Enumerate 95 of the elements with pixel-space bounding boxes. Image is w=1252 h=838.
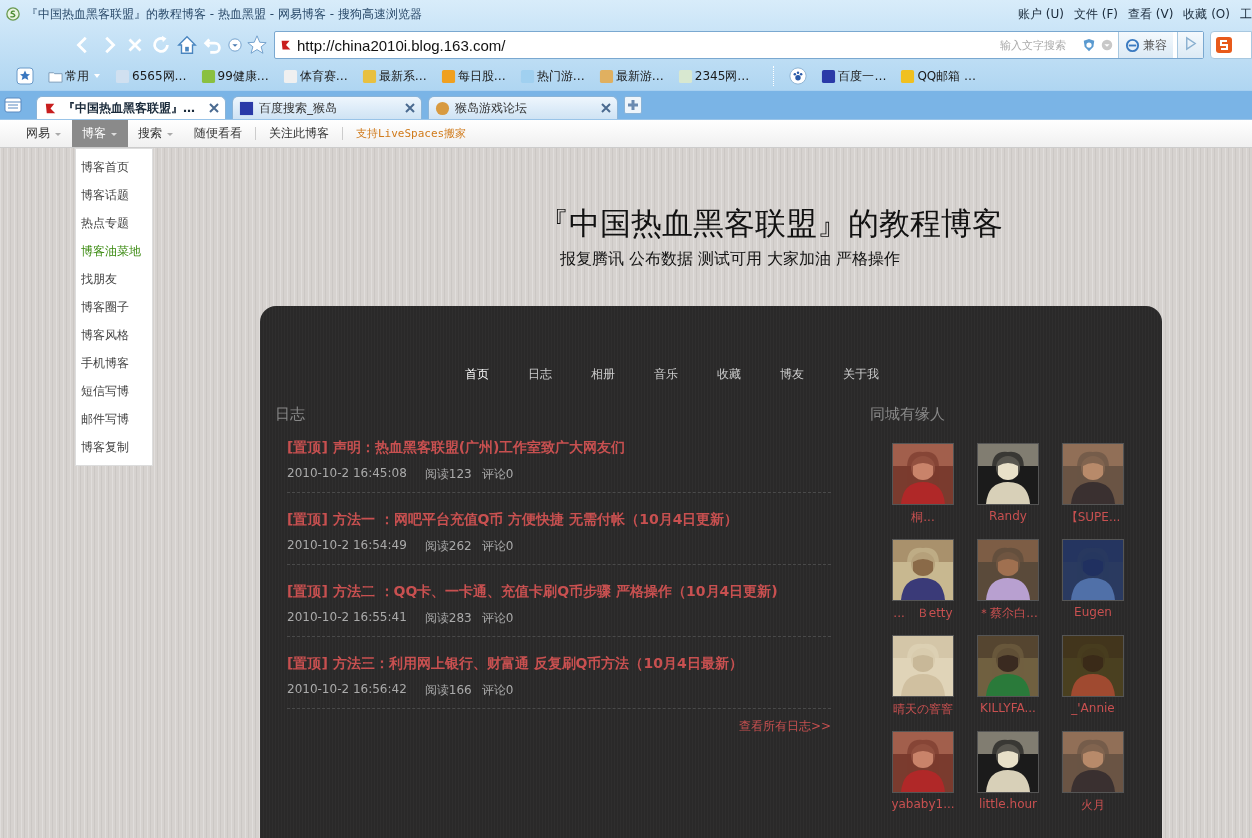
bookmark-item[interactable]: 2345网…	[677, 67, 750, 85]
sidebar-toggle-icon[interactable]	[4, 96, 22, 114]
bookmark-item[interactable]: 最新系…	[361, 67, 427, 85]
caret-icon	[93, 72, 101, 80]
site-icon	[279, 38, 293, 52]
site-icon	[435, 100, 450, 116]
paw-icon[interactable]	[789, 67, 808, 85]
favorites-icon[interactable]	[16, 67, 34, 85]
browser-tab[interactable]: 百度搜索_猴岛	[232, 96, 422, 119]
dropdown-item[interactable]: 热点专题	[76, 209, 152, 237]
blog-menu-item[interactable]: 随便看看	[184, 120, 252, 147]
read-count: 阅读123	[424, 466, 472, 483]
post-date: 2010-10-2 16:54:49	[287, 538, 407, 554]
dropdown-item[interactable]: 短信写博	[76, 377, 152, 405]
site-icon	[677, 68, 693, 84]
dropdown-icon[interactable]	[1100, 38, 1114, 52]
dropdown-item[interactable]: 博客首页	[76, 153, 152, 181]
site-icon	[361, 68, 377, 84]
nav-link[interactable]: 关于我	[828, 366, 891, 383]
search-field[interactable]: 输入文字搜索	[998, 37, 1078, 53]
new-tab-button[interactable]	[624, 96, 642, 114]
bookmark-item[interactable]: 最新游…	[598, 67, 664, 85]
post-date: 2010-10-2 16:55:41	[287, 610, 407, 626]
read-count: 阅读166	[424, 682, 472, 699]
comment-count: 评论0	[481, 682, 514, 699]
dropdown-item[interactable]: 博客话题	[76, 181, 152, 209]
nav-link[interactable]: 首页	[450, 366, 513, 383]
blog-menu-item[interactable]: 搜索	[128, 120, 184, 147]
shield-icon[interactable]	[1082, 38, 1096, 52]
menu-item[interactable]: 账户 (U)	[1017, 5, 1064, 23]
comment-count: 评论0	[481, 466, 514, 483]
dropdown-item[interactable]: 博客风格	[76, 321, 152, 349]
blog-title: 『中国热血黑客联盟』的教程博客	[538, 204, 1004, 243]
close-icon[interactable]	[405, 103, 415, 113]
read-count: 阅读262	[424, 538, 472, 555]
plus-icon	[627, 99, 639, 111]
nav-link[interactable]: 音乐	[639, 366, 702, 383]
bookmark-item[interactable]: 热门游…	[519, 67, 585, 85]
post-date: 2010-10-2 16:45:08	[287, 466, 407, 482]
comment-count: 评论0	[481, 538, 514, 555]
bookmark-item[interactable]: 6565网…	[115, 67, 187, 85]
bookmark-item[interactable]: 99健康…	[200, 67, 269, 85]
browser-tab[interactable]: 『中国热血黑客联盟』…	[36, 96, 226, 119]
close-icon[interactable]	[601, 103, 611, 113]
blog-subtitle: 报复腾讯 公布数据 测试可用 大家加油 严格操作	[560, 249, 902, 270]
bookmark-item[interactable]: QQ邮箱 …	[900, 67, 977, 85]
menu-item[interactable]: 查看 (V)	[1128, 5, 1174, 23]
search-engine-button[interactable]	[1210, 31, 1252, 59]
window-title: 『中国热血黑客联盟』的教程博客 - 热血黑盟 - 网易博客 - 搜狗高速浏览器	[26, 5, 422, 23]
site-icon	[115, 68, 130, 84]
dropdown-item[interactable]: 找朋友	[76, 265, 152, 293]
logo-icon	[1215, 36, 1233, 54]
bookmark-item[interactable]: 每日股…	[440, 67, 506, 85]
bookmark-item[interactable]: 常用	[48, 67, 101, 85]
read-count: 阅读283	[424, 610, 472, 627]
dropdown-item[interactable]: 博客复制	[76, 433, 152, 461]
dropdown-item[interactable]: 手机博客	[76, 349, 152, 377]
menu-item[interactable]: 收藏 (O)	[1183, 5, 1230, 23]
site-icon	[440, 68, 456, 84]
compat-button[interactable]: 兼容	[1118, 32, 1173, 58]
nav-link[interactable]: 收藏	[702, 366, 765, 383]
play-icon	[1183, 36, 1198, 51]
dropdown-icon[interactable]	[228, 38, 242, 52]
address-bar[interactable]: http://china2010i.blog.163.com/ 输入文字搜索 兼容	[274, 31, 1204, 59]
site-icon	[519, 68, 535, 84]
site-icon	[821, 68, 837, 84]
post-date: 2010-10-2 16:56:42	[287, 682, 407, 698]
menu-item[interactable]: 文件 (F)	[1073, 5, 1118, 23]
nav-link[interactable]: 博友	[765, 366, 828, 383]
browser-tab[interactable]: 猴岛游戏论坛	[428, 96, 618, 119]
nav-link[interactable]: 日志	[513, 366, 576, 383]
site-icon	[239, 100, 254, 116]
site-icon	[200, 68, 216, 84]
bookmark-item[interactable]: 百度一…	[821, 67, 887, 85]
blog-menu-item[interactable]: 关注此博客	[259, 120, 339, 147]
blog-menu-item[interactable]: 网易	[16, 120, 72, 147]
dropdown-item[interactable]: 博客油菜地	[76, 237, 152, 265]
section-heading: 日志	[275, 405, 306, 424]
home-icon[interactable]	[176, 34, 198, 56]
browser-engine-icon	[1125, 37, 1140, 53]
star-icon[interactable]	[246, 34, 268, 56]
url-text: http://china2010i.blog.163.com/	[297, 36, 506, 54]
dropdown-item[interactable]: 邮件写博	[76, 405, 152, 433]
go-button[interactable]	[1177, 32, 1203, 58]
bookmark-item[interactable]: 体育赛…	[282, 67, 348, 85]
close-icon[interactable]	[209, 103, 219, 113]
menu-item[interactable]: 工	[1240, 5, 1252, 23]
site-icon	[282, 68, 298, 84]
comment-count: 评论0	[481, 610, 514, 627]
dropdown-item[interactable]: 博客圈子	[76, 293, 152, 321]
browser-logo-icon	[6, 7, 20, 21]
nav-link[interactable]: 相册	[576, 366, 639, 383]
site-icon	[900, 68, 916, 84]
section-heading: 同城有缘人	[870, 405, 946, 424]
site-icon	[598, 68, 614, 84]
